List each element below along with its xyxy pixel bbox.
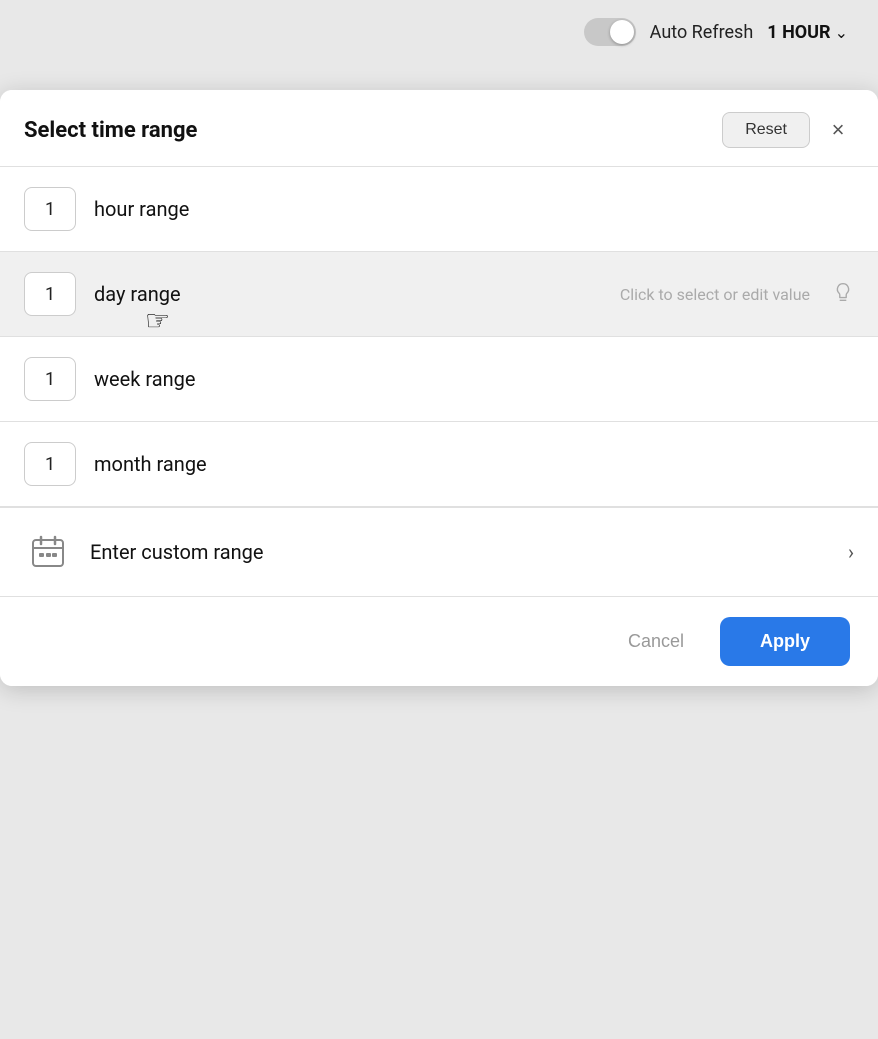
top-bar: Auto Refresh 1 HOUR ⌄ <box>0 0 878 64</box>
week-number: 1 <box>45 369 55 390</box>
lightbulb-icon <box>832 281 854 308</box>
month-number: 1 <box>45 454 55 475</box>
cancel-button[interactable]: Cancel <box>612 621 700 662</box>
week-range-item[interactable]: 1 week range <box>0 337 878 421</box>
modal-header: Select time range Reset × <box>0 90 878 166</box>
month-range-item[interactable]: 1 month range <box>0 422 878 506</box>
time-range-modal: Select time range Reset × 1 hour range 1… <box>0 90 878 686</box>
custom-range-item[interactable]: Enter custom range › <box>0 507 878 596</box>
auto-refresh-label: Auto Refresh <box>650 22 754 43</box>
modal-title: Select time range <box>24 118 197 143</box>
close-button[interactable]: × <box>822 114 854 146</box>
hour-value-box[interactable]: 1 <box>24 187 76 231</box>
hour-number: 1 <box>45 199 55 220</box>
toggle-knob <box>610 20 634 44</box>
month-range-label: month range <box>94 452 854 476</box>
auto-refresh-toggle[interactable] <box>584 18 636 46</box>
calendar-icon <box>24 528 72 576</box>
auto-refresh-toggle-wrapper[interactable] <box>584 18 636 46</box>
range-list: 1 hour range 1 day range Click to select… <box>0 167 878 596</box>
hour-range-label: hour range <box>94 197 854 221</box>
apply-button[interactable]: Apply <box>720 617 850 666</box>
reset-button[interactable]: Reset <box>722 112 810 148</box>
week-value-box[interactable]: 1 <box>24 357 76 401</box>
chevron-right-icon: › <box>848 540 854 564</box>
day-number: 1 <box>45 284 55 305</box>
header-actions: Reset × <box>722 112 854 148</box>
pointer-cursor-icon: ☞ <box>145 304 170 337</box>
custom-range-label: Enter custom range <box>90 540 830 564</box>
day-range-hint: Click to select or edit value <box>620 285 810 304</box>
week-range-label: week range <box>94 367 854 391</box>
day-range-item[interactable]: 1 day range Click to select or edit valu… <box>0 252 878 336</box>
hour-range-item[interactable]: 1 hour range <box>0 167 878 251</box>
modal-footer: Cancel Apply <box>0 596 878 686</box>
day-range-label: day range <box>94 282 594 306</box>
day-value-box[interactable]: 1 <box>24 272 76 316</box>
month-value-box[interactable]: 1 <box>24 442 76 486</box>
hour-value: 1 HOUR <box>767 22 830 43</box>
hour-dropdown[interactable]: 1 HOUR ⌄ <box>767 22 848 43</box>
chevron-down-icon: ⌄ <box>835 23 848 42</box>
